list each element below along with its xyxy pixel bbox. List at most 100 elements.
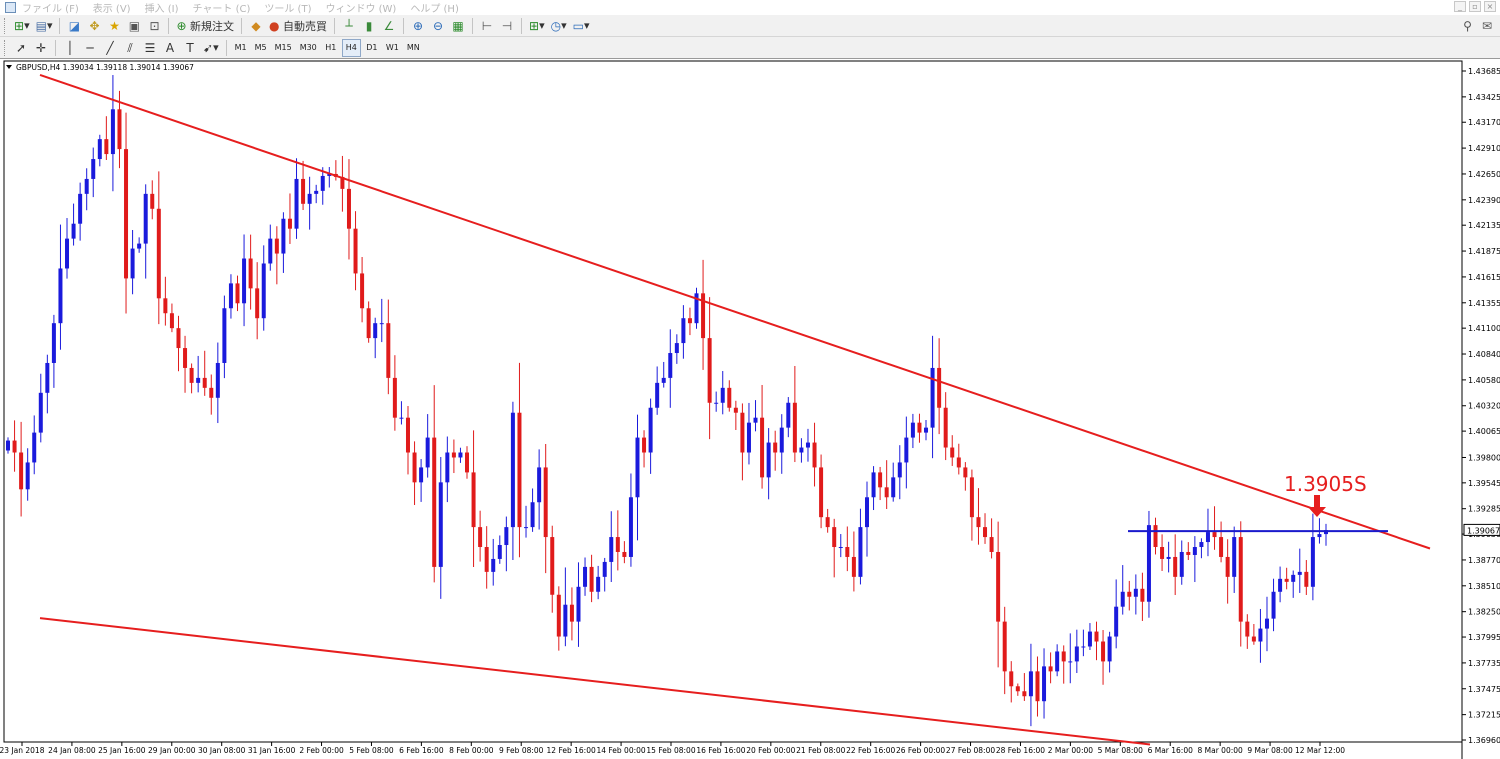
periods-icon[interactable]: ◷ ▾ xyxy=(549,17,569,35)
period-m15[interactable]: M15 xyxy=(272,39,295,57)
zoom-out-icon[interactable]: ⊖ xyxy=(429,17,447,35)
candle-body xyxy=(255,288,260,319)
menu-chart[interactable]: チャート (C) xyxy=(193,0,251,15)
y-tick-label: 1.42390 xyxy=(1468,196,1500,205)
candle-body xyxy=(1087,631,1092,647)
candle-body xyxy=(1153,525,1158,548)
candle-body xyxy=(615,537,620,552)
menu-tools[interactable]: ツール (T) xyxy=(264,0,311,15)
period-m30[interactable]: M30 xyxy=(297,39,320,57)
candlestick-icon[interactable]: ▮ xyxy=(360,17,378,35)
new-order-button[interactable]: ⊕ 新規注文 xyxy=(174,17,236,35)
bar-chart-icon[interactable]: ┴ xyxy=(340,17,358,35)
candle-body xyxy=(864,497,869,528)
data-window-icon[interactable]: ✥ xyxy=(85,17,103,35)
candle-body xyxy=(491,558,496,572)
candle-body xyxy=(130,248,135,279)
equidistant-channel-icon[interactable]: ⫽ xyxy=(121,39,139,57)
fibonacci-icon[interactable]: ☰ xyxy=(141,39,159,57)
y-tick-label: 1.38770 xyxy=(1468,556,1500,565)
restore-icon[interactable]: ▫ xyxy=(1469,1,1481,12)
period-m5[interactable]: M5 xyxy=(252,39,270,57)
vertical-line-icon[interactable]: │ xyxy=(61,39,79,57)
templates-icon[interactable]: ▭ ▾ xyxy=(571,17,592,35)
candle-body xyxy=(6,440,10,451)
navigator-icon[interactable]: ★ xyxy=(105,17,123,35)
menu-view[interactable]: 表示 (V) xyxy=(93,0,131,15)
chart-shift-icon[interactable]: ⊣ xyxy=(498,17,516,35)
price-chart[interactable]: 1.43685 1.43425 1.43170 1.42910 1.42650 1.423… xyxy=(0,59,1500,759)
period-h4[interactable]: H4 xyxy=(341,38,361,57)
candle-body xyxy=(209,387,214,398)
profiles-icon[interactable]: ▤ ▾ xyxy=(34,17,55,35)
menu-help[interactable]: ヘルプ (H) xyxy=(410,0,459,15)
market-watch-icon[interactable]: ◪ xyxy=(65,17,83,35)
candle-body xyxy=(45,362,50,393)
text-icon[interactable]: A xyxy=(161,39,179,57)
period-d1[interactable]: D1 xyxy=(363,39,381,57)
x-tick-label: 16 Feb 16:00 xyxy=(696,746,745,755)
tile-windows-icon[interactable]: ▦ xyxy=(449,17,467,35)
candle-body xyxy=(169,313,174,329)
trendline-icon[interactable]: ╱ xyxy=(101,39,119,57)
candle-body xyxy=(1199,542,1204,548)
meta-editor-icon[interactable]: ◆ xyxy=(247,17,265,35)
menu-insert[interactable]: 挿入 (I) xyxy=(145,0,179,15)
candle-body xyxy=(1192,547,1197,555)
candle-body xyxy=(346,188,351,229)
y-tick-label: 1.40580 xyxy=(1468,376,1500,385)
zoom-in-icon[interactable]: ⊕ xyxy=(409,17,427,35)
search-icon[interactable]: ⚲ xyxy=(1463,19,1472,33)
candle-body xyxy=(530,502,535,528)
period-m1[interactable]: M1 xyxy=(232,39,250,57)
candle-body xyxy=(1094,631,1099,642)
period-h1[interactable]: H1 xyxy=(322,39,340,57)
candle-body xyxy=(1251,636,1256,642)
crosshair-icon[interactable]: ✛ xyxy=(32,39,50,57)
auto-trading-button[interactable]: ● 自動売買 xyxy=(267,17,329,35)
candle-body xyxy=(301,178,306,204)
candle-body xyxy=(871,472,876,498)
terminal-icon[interactable]: ▣ xyxy=(125,17,143,35)
arrows-icon[interactable]: ➹ ▾ xyxy=(201,39,221,57)
candle-body xyxy=(504,527,509,546)
text-label-icon[interactable]: T xyxy=(181,39,199,57)
candle-body xyxy=(1048,666,1053,672)
candle-body xyxy=(589,566,594,592)
minimize-icon[interactable]: _ xyxy=(1454,1,1466,12)
price-annotation: 1.3905S xyxy=(1284,472,1367,496)
candle-body xyxy=(143,193,148,244)
period-w1[interactable]: W1 xyxy=(383,39,402,57)
menu-bar: ファイル (F) 表示 (V) 挿入 (I) チャート (C) ツール (T) … xyxy=(0,0,1500,15)
candle-body xyxy=(1186,551,1191,555)
candle-body xyxy=(799,447,804,453)
candle-body xyxy=(668,353,673,378)
horizontal-line-icon[interactable]: ─ xyxy=(81,39,99,57)
candle-body xyxy=(950,447,955,458)
menu-window[interactable]: ウィンドウ (W) xyxy=(325,0,396,15)
candle-body xyxy=(851,556,856,577)
indicators-icon[interactable]: ⊞ ▾ xyxy=(527,17,547,35)
candle-body xyxy=(924,427,929,433)
candle-body xyxy=(556,594,561,637)
close-icon[interactable]: × xyxy=(1484,1,1496,12)
candle-body xyxy=(228,283,233,309)
chat-icon[interactable]: ✉ xyxy=(1482,19,1492,33)
candle xyxy=(694,287,699,329)
period-mn[interactable]: MN xyxy=(404,39,423,57)
candle-body xyxy=(1133,588,1138,597)
candle-body xyxy=(51,323,56,363)
x-tick-label: 26 Feb 00:00 xyxy=(896,746,945,755)
y-tick-label: 1.40065 xyxy=(1468,427,1500,436)
line-chart-icon[interactable]: ∠ xyxy=(380,17,398,35)
new-chart-icon[interactable]: ⊞ ▾ xyxy=(12,17,32,35)
cursor-icon[interactable]: ➚ xyxy=(12,39,30,57)
menu-file[interactable]: ファイル (F) xyxy=(22,0,79,15)
candle-body xyxy=(163,298,168,314)
candle-body xyxy=(1022,691,1027,697)
auto-scroll-icon[interactable]: ⊢ xyxy=(478,17,496,35)
strategy-tester-icon[interactable]: ⊡ xyxy=(145,17,163,35)
y-tick-label: 1.39545 xyxy=(1468,479,1500,488)
candle-body xyxy=(353,228,358,274)
candle-body xyxy=(91,159,96,179)
